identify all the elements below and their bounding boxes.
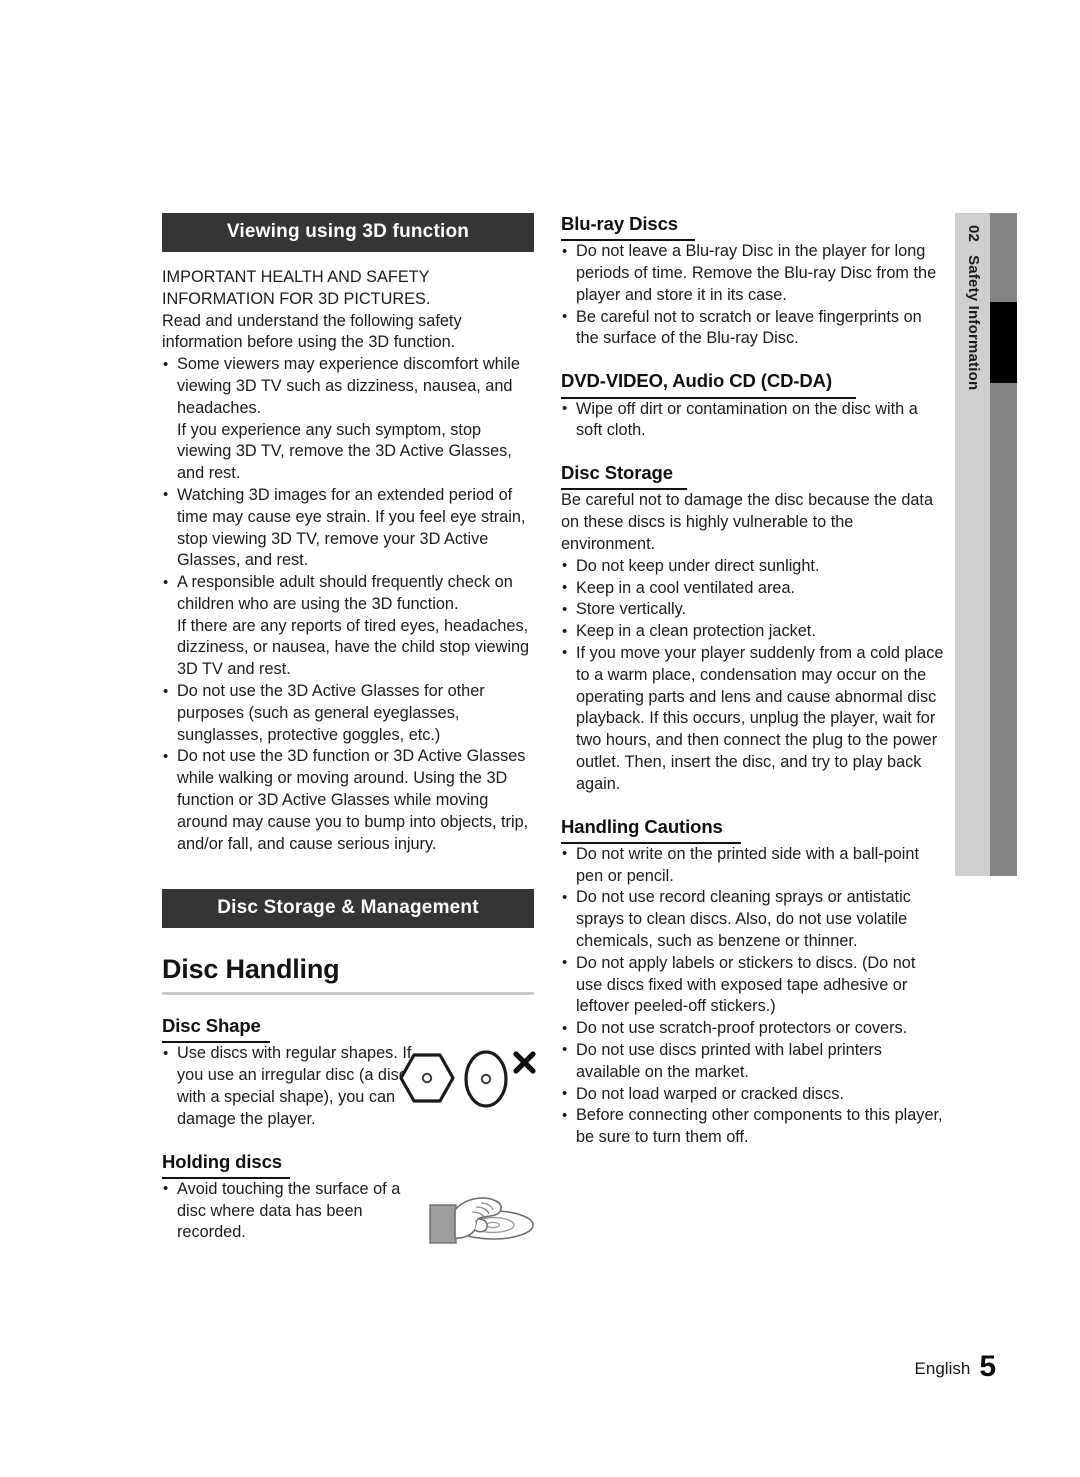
bullet-list-disc-storage: Do not keep under direct sunlight. Keep … — [561, 555, 946, 796]
footer-page-number: 5 — [979, 1350, 996, 1383]
bullet-continuation-text: If there are any reports of tired eyes, … — [177, 616, 530, 679]
bullet-continuation-text: If you experience any such symptom, stop… — [177, 420, 512, 483]
subheading-handling-cautions: Handling Cautions — [561, 815, 723, 837]
bullet-main-text: Do not load warped or cracked discs. — [576, 1084, 844, 1103]
bullet-list-dvd-audio-cd: Wipe off dirt or contamination on the di… — [561, 398, 946, 443]
list-item: Use discs with regular shapes. If you us… — [162, 1043, 412, 1130]
intro-paragraph-1: IMPORTANT HEALTH AND SAFETY INFORMATION … — [162, 267, 431, 308]
bullet-main-text: Do not use the 3D function or 3D Active … — [177, 747, 529, 853]
section-banner-disc-storage-management: Disc Storage & Management — [162, 889, 534, 929]
bullet-main-text: A responsible adult should frequently ch… — [177, 573, 513, 613]
list-item: Do not use record cleaning sprays or ant… — [561, 887, 946, 952]
chapter-tab: 02 Safety Information — [955, 213, 1017, 876]
bullet-list-3d-safety: Some viewers may experience discomfort w… — [162, 354, 534, 855]
page-title-disc-handling: Disc Handling — [162, 954, 340, 985]
page-footer: English 5 — [914, 1348, 996, 1383]
list-item: Do not use the 3D function or 3D Active … — [162, 746, 534, 855]
irregular-disc-shapes-illustration — [392, 1049, 540, 1121]
right-column: Blu-ray Discs Do not leave a Blu-ray Dis… — [561, 213, 946, 1149]
subheading-bluray-discs-wrap: Blu-ray Discs — [561, 213, 946, 242]
subheading-dvd-audio-cd-wrap: DVD-VIDEO, Audio CD (CD-DA) — [561, 370, 946, 399]
bullet-main-text: Wipe off dirt or contamination on the di… — [576, 399, 918, 440]
bullet-main-text: Do not use the 3D Active Glasses for oth… — [177, 682, 485, 744]
subheading-holding-discs-wrap: Holding discs — [162, 1151, 534, 1179]
subheading-disc-storage: Disc Storage — [561, 462, 673, 484]
bullet-list-disc-shape: Use discs with regular shapes. If you us… — [162, 1043, 412, 1130]
hexagon-disc-icon — [399, 1053, 455, 1103]
bullet-main-text: Do not apply labels or stickers to discs… — [576, 953, 916, 1016]
bullet-main-text: Be careful not to scratch or leave finge… — [576, 307, 922, 348]
bullet-list-handling-cautions: Do not write on the printed side with a … — [561, 843, 946, 1149]
bullet-main-text: Do not use scratch-proof protectors or c… — [576, 1019, 908, 1038]
hand-holding-disc-illustration — [426, 1189, 538, 1259]
chapter-label: Safety Information — [965, 255, 982, 391]
chapter-tab-position-marker — [990, 302, 1017, 383]
disc-storage-intro-paragraph: Be careful not to damage the disc becaus… — [561, 491, 934, 553]
subheading-handling-cautions-wrap: Handling Cautions — [561, 816, 946, 844]
bullet-main-text: Keep in a cool ventilated area. — [576, 578, 796, 597]
list-item: Watching 3D images for an extended perio… — [162, 484, 534, 572]
list-item: Do not load warped or cracked discs. — [561, 1083, 946, 1106]
list-item: Do not use scratch-proof protectors or c… — [561, 1018, 946, 1040]
section-banner-3d-function: Viewing using 3D function — [162, 213, 534, 252]
bullet-main-text: Do not keep under direct sunlight. — [576, 556, 820, 575]
bullet-main-text: Avoid touching the surface of a disc whe… — [177, 1179, 401, 1242]
chapter-tab-text-area: 02 Safety Information — [955, 213, 990, 876]
oval-disc-icon — [464, 1050, 508, 1108]
chapter-number: 02 — [965, 225, 982, 243]
holding-discs-figure-row: Avoid touching the surface of a disc whe… — [162, 1178, 534, 1244]
list-item: Do not use discs printed with label prin… — [561, 1039, 946, 1084]
bullet-main-text: If you move your player suddenly from a … — [576, 643, 944, 793]
list-item: Keep in a cool ventilated area. — [561, 577, 946, 600]
bullet-main-text: Watching 3D images for an extended perio… — [177, 485, 526, 570]
bullet-list-holding-discs: Avoid touching the surface of a disc whe… — [162, 1178, 412, 1244]
list-item: Avoid touching the surface of a disc whe… — [162, 1178, 412, 1244]
list-item: Do not apply labels or stickers to discs… — [561, 952, 946, 1018]
subheading-holding-discs: Holding discs — [162, 1150, 282, 1172]
bullet-main-text: Keep in a clean protection jacket. — [576, 622, 816, 641]
bullet-main-text: Use discs with regular shapes. If you us… — [177, 1044, 412, 1128]
list-item: Before connecting other components to th… — [561, 1105, 946, 1149]
disc-shape-figure-row: Use discs with regular shapes. If you us… — [162, 1043, 536, 1130]
subheading-disc-storage-wrap: Disc Storage — [561, 462, 946, 491]
subheading-disc-shape-wrap: Disc Shape — [162, 1015, 534, 1044]
bullet-main-text: Do not use record cleaning sprays or ant… — [576, 888, 911, 950]
subheading-dvd-audio-cd: DVD-VIDEO, Audio CD (CD-DA) — [561, 370, 833, 392]
list-item: Do not keep under direct sunlight. — [561, 555, 946, 578]
bullet-main-text: Store vertically. — [576, 600, 687, 619]
bullet-main-text: Some viewers may experience discomfort w… — [177, 355, 520, 417]
x-mark-icon — [513, 1051, 536, 1074]
list-item: Do not write on the printed side with a … — [561, 843, 946, 888]
list-item: Wipe off dirt or contamination on the di… — [561, 398, 946, 443]
bullet-main-text: Before connecting other components to th… — [576, 1106, 943, 1147]
list-item: Be careful not to scratch or leave finge… — [561, 306, 946, 351]
footer-language-label: English — [914, 1359, 971, 1378]
list-item: Keep in a clean protection jacket. — [561, 621, 946, 643]
manual-page: Viewing using 3D function IMPORTANT HEAL… — [0, 0, 1080, 1477]
list-item: A responsible adult should frequently ch… — [162, 572, 534, 681]
intro-paragraph-2: Read and understand the following safety… — [162, 311, 462, 352]
list-item: If you move your player suddenly from a … — [561, 642, 946, 796]
subheading-bluray-discs: Blu-ray Discs — [561, 213, 678, 234]
chapter-tab-inner: 02 Safety Information — [965, 225, 982, 390]
bullet-main-text: Do not write on the printed side with a … — [576, 844, 920, 885]
list-item: Do not leave a Blu-ray Disc in the playe… — [561, 241, 946, 306]
subheading-disc-shape: Disc Shape — [162, 1015, 261, 1037]
list-item: Do not use the 3D Active Glasses for oth… — [162, 681, 534, 746]
list-item: Store vertically. — [561, 599, 946, 621]
left-column: Viewing using 3D function IMPORTANT HEAL… — [162, 213, 536, 1244]
bullet-main-text: Do not leave a Blu-ray Disc in the playe… — [576, 242, 937, 304]
bullet-main-text: Do not use discs printed with label prin… — [576, 1040, 882, 1081]
list-item: Some viewers may experience discomfort w… — [162, 354, 534, 485]
heading-rule — [162, 992, 534, 996]
bullet-list-bluray-discs: Do not leave a Blu-ray Disc in the playe… — [561, 241, 946, 350]
